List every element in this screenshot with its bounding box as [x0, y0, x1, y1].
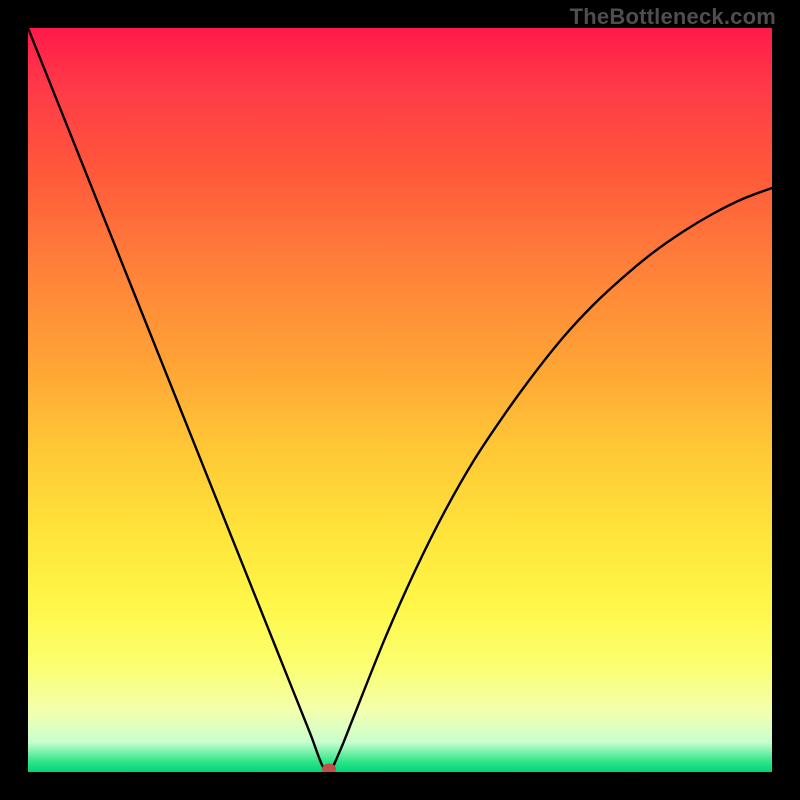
curve-svg	[28, 28, 772, 772]
plot-area	[28, 28, 772, 772]
watermark-text: TheBottleneck.com	[570, 4, 776, 30]
curve-line	[28, 28, 772, 772]
chart-frame: TheBottleneck.com	[0, 0, 800, 800]
minimum-marker	[322, 764, 336, 773]
